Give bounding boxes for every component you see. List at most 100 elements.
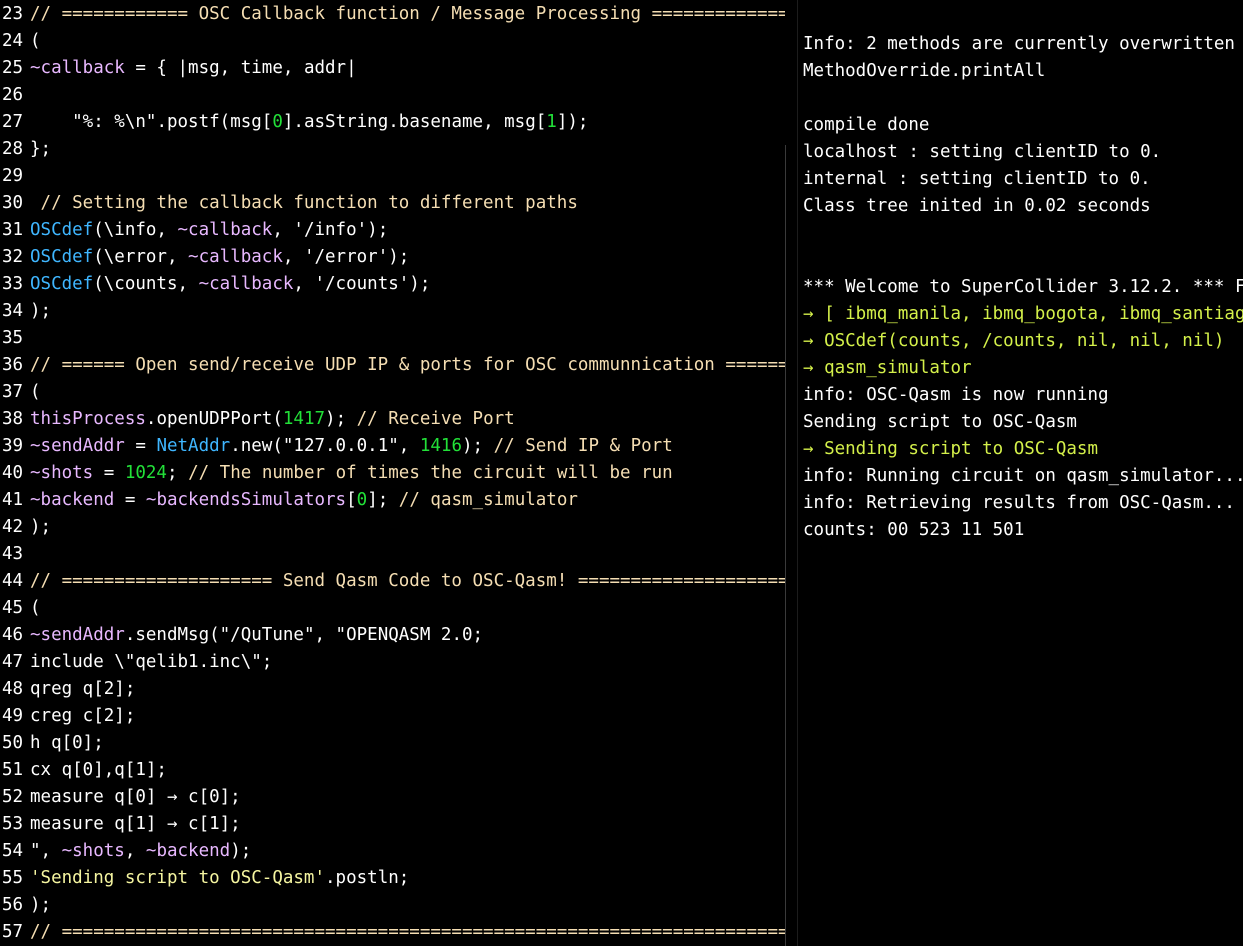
code-line[interactable]: 52 measure q[0] → c[0]; <box>0 784 241 811</box>
code-token: (\counts, <box>93 274 199 294</box>
code-line[interactable]: 56); <box>0 892 51 919</box>
code-token: creg c[2]; <box>30 706 136 726</box>
code-token: }; <box>30 139 52 159</box>
code-token: ~callback <box>188 247 283 267</box>
post-window[interactable]: Info: 2 methods are currently overwritte… <box>798 0 1243 946</box>
pane-splitter[interactable] <box>785 145 786 946</box>
code-token: ( <box>30 31 41 51</box>
code-line[interactable]: 29 <box>0 163 30 190</box>
code-text: ); <box>30 514 51 541</box>
code-token: // Receive Port <box>356 409 515 429</box>
line-number: 55 <box>2 868 24 888</box>
code-text: // Setting the callback function to diff… <box>30 190 578 217</box>
post-line: MethodOverride.printAll <box>803 61 1046 81</box>
code-line[interactable]: 37 ( <box>0 379 41 406</box>
code-token: ~callback <box>177 220 273 240</box>
code-text: include \"qelib1.inc\"; <box>30 649 272 676</box>
code-token: NetAddr <box>156 436 231 456</box>
code-line[interactable]: 27 "%: %\n".postf(msg[0].asString.basena… <box>0 109 588 136</box>
code-text: // ==================== Send Qasm Code t… <box>30 568 785 595</box>
code-line[interactable]: 36 // ====== Open send/receive UDP IP & p… <box>0 352 785 379</box>
code-text: ~backend = ~backendsSimulators[0]; // qa… <box>30 487 578 514</box>
post-line: → OSCdef(counts, /counts, nil, nil, nil) <box>803 331 1225 351</box>
code-line[interactable]: 57 // ===================================… <box>0 919 785 946</box>
code-token: 1416 <box>419 436 463 456</box>
code-line[interactable]: 40 ~shots = 1024; // The number of times … <box>0 460 673 487</box>
code-token: // Setting the callback function to diff… <box>30 193 578 213</box>
post-line: internal : setting clientID to 0. <box>803 169 1151 189</box>
code-line[interactable]: 53 measure q[1] → c[1]; <box>0 811 241 838</box>
code-token: 1 <box>546 112 557 132</box>
code-token: OSCdef <box>30 247 94 267</box>
code-line[interactable]: 39 ~sendAddr = NetAddr.new("127.0.0.1", 1… <box>0 433 673 460</box>
post-line: → [ ibmq_manila, ibmq_bogota, ibmq_santi… <box>803 304 1243 324</box>
code-token: 0 <box>356 490 368 510</box>
code-line[interactable]: 46 ~sendAddr.sendMsg("/QuTune", "OPENQASM… <box>0 622 483 649</box>
line-number: 38 <box>2 409 24 429</box>
code-token: ); <box>462 436 494 456</box>
code-text: measure q[0] → c[0]; <box>30 784 241 811</box>
code-text: "%: %\n".postf(msg[0].asString.basename,… <box>30 109 588 136</box>
code-editor[interactable]: 23 // ============ OSC Callback function … <box>0 0 785 946</box>
code-text: ( <box>30 595 41 622</box>
code-line[interactable]: 45 ( <box>0 595 41 622</box>
line-number: 40 <box>2 463 24 483</box>
line-number: 46 <box>2 625 24 645</box>
post-line: → qasm_simulator <box>803 358 972 378</box>
code-token: ); <box>30 301 52 321</box>
line-number: 57 <box>2 922 24 942</box>
line-number: 49 <box>2 706 24 726</box>
code-token: = <box>114 490 146 510</box>
code-token: ( <box>30 598 41 618</box>
code-token: // qasm_simulator <box>398 490 578 510</box>
code-line[interactable]: 26 <box>0 82 30 109</box>
code-text: // =====================================… <box>30 919 785 946</box>
code-token: ); <box>30 517 52 537</box>
code-token: // Send IP & Port <box>493 436 673 456</box>
code-line[interactable]: 38 thisProcess.openUDPPort(1417); // Rece… <box>0 406 515 433</box>
code-line[interactable]: 31 OSCdef(\info, ~callback, '/info'); <box>0 217 388 244</box>
code-line[interactable]: 28}; <box>0 136 51 163</box>
line-number: 50 <box>2 733 24 753</box>
code-line[interactable]: 42); <box>0 514 51 541</box>
code-text: h q[0]; <box>30 730 104 757</box>
code-line[interactable]: 51 cx q[0],q[1]; <box>0 757 167 784</box>
code-line[interactable]: 54 ", ~shots, ~backend); <box>0 838 251 865</box>
code-token: // =====================================… <box>30 922 785 942</box>
code-line[interactable]: 25 ~callback = { |msg, time, addr| <box>0 55 357 82</box>
code-line[interactable]: 34); <box>0 298 51 325</box>
code-line[interactable]: 50 h q[0]; <box>0 730 104 757</box>
code-line[interactable]: 49 creg c[2]; <box>0 703 135 730</box>
code-line[interactable]: 55 'Sending script to OSC-Qasm'.postln; <box>0 865 409 892</box>
post-line: counts: 00 523 11 501 <box>803 520 1025 540</box>
code-token: ); <box>30 895 52 915</box>
code-line[interactable]: 48 qreg q[2]; <box>0 676 135 703</box>
code-token: , '/info'); <box>272 220 389 240</box>
code-token: ].asString.basename, msg[ <box>282 112 547 132</box>
code-line[interactable]: 44 // ==================== Send Qasm Code… <box>0 568 785 595</box>
line-number: 48 <box>2 679 24 699</box>
line-number: 31 <box>2 220 24 240</box>
code-line[interactable]: 30 // Setting the callback function to d… <box>0 190 578 217</box>
code-line[interactable]: 24 ( <box>0 28 41 55</box>
code-token: // ============ OSC Callback function / … <box>30 4 785 24</box>
code-line[interactable]: 43 <box>0 541 30 568</box>
code-token: thisProcess <box>30 409 146 429</box>
code-line[interactable]: 41 ~backend = ~backendsSimulators[0]; // … <box>0 487 578 514</box>
line-number: 39 <box>2 436 24 456</box>
line-number: 33 <box>2 274 24 294</box>
code-line[interactable]: 47 include \"qelib1.inc\"; <box>0 649 272 676</box>
code-text: ); <box>30 892 51 919</box>
code-line[interactable]: 32 OSCdef(\error, ~callback, '/error'); <box>0 244 409 271</box>
code-line[interactable]: 23 // ============ OSC Callback function … <box>0 1 785 28</box>
post-line: localhost : setting clientID to 0. <box>803 142 1162 162</box>
code-token: ", <box>30 841 62 861</box>
code-text: ); <box>30 298 51 325</box>
code-token: ~callback <box>30 58 125 78</box>
code-line[interactable]: 33 OSCdef(\counts, ~callback, '/counts'); <box>0 271 430 298</box>
code-line[interactable]: 35 <box>0 325 30 352</box>
code-token: , '/counts'); <box>293 274 431 294</box>
code-text: OSCdef(\counts, ~callback, '/counts'); <box>30 271 430 298</box>
code-token: ~shots <box>61 841 125 861</box>
code-text: ~sendAddr = NetAddr.new("127.0.0.1", 141… <box>30 433 673 460</box>
